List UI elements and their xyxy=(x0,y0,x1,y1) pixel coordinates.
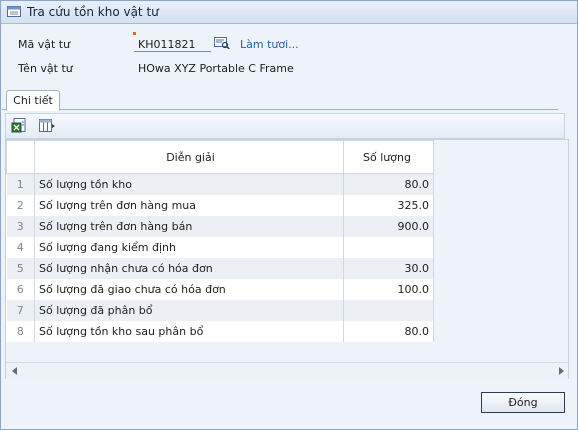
row-number[interactable]: 6 xyxy=(6,279,35,300)
title-bar[interactable]: Tra cứu tồn kho vật tư xyxy=(1,1,577,24)
row-number[interactable]: 8 xyxy=(6,321,35,342)
qty-cell[interactable]: 100.0 xyxy=(343,279,434,300)
code-label: Mã vật tư xyxy=(18,38,71,51)
table-row[interactable]: 3 Số lượng trên đơn hàng bán 900.0 xyxy=(6,216,434,237)
export-excel-icon[interactable] xyxy=(11,117,29,135)
column-chooser-icon[interactable] xyxy=(38,117,56,135)
table-row[interactable]: 8 Số lượng tồn kho sau phân bổ 80.0 xyxy=(6,321,434,342)
row-number[interactable]: 7 xyxy=(6,300,35,321)
qty-cell[interactable]: 80.0 xyxy=(343,321,434,342)
tab-strip: Chi tiết xyxy=(2,89,558,111)
desc-cell[interactable]: Số lượng đã phân bổ xyxy=(34,300,344,321)
code-field[interactable]: KH011821 xyxy=(138,38,195,51)
desc-cell[interactable]: Số lượng đã giao chưa có hóa đơn xyxy=(34,279,344,300)
qty-cell[interactable] xyxy=(343,300,434,321)
grid-header-row: Diễn giải Số lượng xyxy=(6,140,434,174)
qty-cell[interactable]: 30.0 xyxy=(343,258,434,279)
table-row[interactable]: 7 Số lượng đã phân bổ xyxy=(6,300,434,321)
qty-cell[interactable]: 80.0 xyxy=(343,173,434,195)
desc-cell[interactable]: Số lượng trên đơn hàng bán xyxy=(34,216,344,237)
window-icon xyxy=(7,6,21,17)
row-number-header xyxy=(6,140,35,174)
table-row[interactable]: 6 Số lượng đã giao chưa có hóa đơn 100.0 xyxy=(6,279,434,300)
desc-cell[interactable]: Số lượng tồn kho xyxy=(34,173,344,195)
lookup-window: Tra cứu tồn kho vật tư Mã vật tư KH01182… xyxy=(0,0,578,430)
desc-cell[interactable]: Số lượng trên đơn hàng mua xyxy=(34,195,344,216)
required-marker xyxy=(133,32,136,35)
grid-container: Diễn giải Số lượng 1 Số lượng tồn kho 80.0… xyxy=(5,139,569,379)
row-number[interactable]: 3 xyxy=(6,216,35,237)
qty-cell[interactable]: 900.0 xyxy=(343,216,434,237)
column-header-desc[interactable]: Diễn giải xyxy=(34,140,344,174)
column-header-qty[interactable]: Số lượng xyxy=(343,140,434,174)
name-label: Tên vật tư xyxy=(18,62,73,75)
row-number[interactable]: 5 xyxy=(6,258,35,279)
code-field-underline xyxy=(134,51,211,52)
scroll-right-icon[interactable] xyxy=(555,365,567,377)
tab-chi-tiet[interactable]: Chi tiết xyxy=(6,90,60,111)
name-field[interactable]: HOwa XYZ Portable C Frame xyxy=(138,62,294,75)
qty-cell[interactable] xyxy=(343,237,434,258)
desc-cell[interactable]: Số lượng tồn kho sau phân bổ xyxy=(34,321,344,342)
refresh-link[interactable]: Làm tươi... xyxy=(240,38,299,51)
table-row[interactable]: 4 Số lượng đang kiểm định xyxy=(6,237,434,258)
row-number[interactable]: 1 xyxy=(6,173,35,195)
scroll-left-icon[interactable] xyxy=(9,365,21,377)
close-button[interactable]: Đóng xyxy=(481,392,565,413)
desc-cell[interactable]: Số lượng đang kiểm định xyxy=(34,237,344,258)
row-number[interactable]: 4 xyxy=(6,237,35,258)
table-row[interactable]: 5 Số lượng nhận chưa có hóa đơn 30.0 xyxy=(6,258,434,279)
table-row[interactable]: 1 Số lượng tồn kho 80.0 xyxy=(6,173,434,195)
grid-toolbar xyxy=(5,113,565,139)
qty-cell[interactable]: 325.0 xyxy=(343,195,434,216)
window-title: Tra cứu tồn kho vật tư xyxy=(27,5,159,19)
desc-cell[interactable]: Số lượng nhận chưa có hóa đơn xyxy=(34,258,344,279)
lookup-icon[interactable] xyxy=(214,37,230,49)
table-row[interactable]: 2 Số lượng trên đơn hàng mua 325.0 xyxy=(6,195,434,216)
row-number[interactable]: 2 xyxy=(6,195,35,216)
detail-grid: Diễn giải Số lượng 1 Số lượng tồn kho 80.0… xyxy=(6,140,434,342)
horizontal-scrollbar[interactable] xyxy=(6,362,568,379)
